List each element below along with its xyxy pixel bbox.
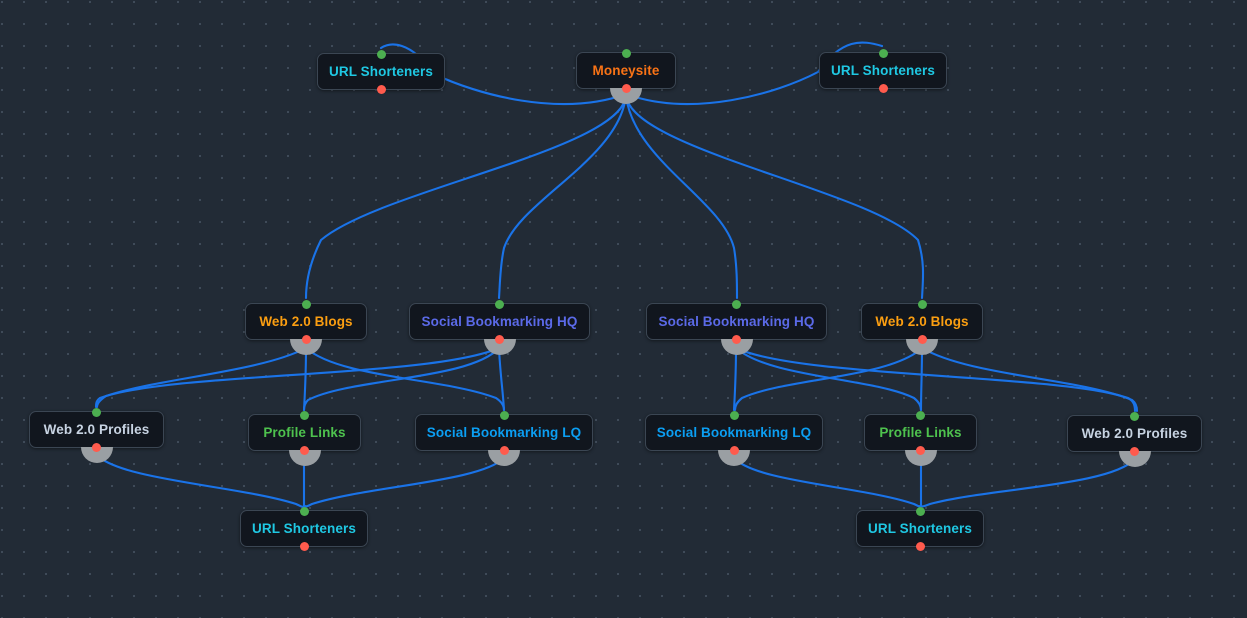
- node-label: URL Shorteners: [329, 64, 433, 79]
- target-handle[interactable]: [301, 299, 311, 309]
- node-label: Social Bookmarking HQ: [658, 314, 815, 329]
- source-handle[interactable]: [499, 445, 509, 455]
- target-handle[interactable]: [1130, 411, 1139, 421]
- flow-node-web20-blogs-left[interactable]: Web 2.0 Blogs: [245, 299, 367, 355]
- node-label: Social Bookmarking LQ: [426, 425, 582, 440]
- node-label: Web 2.0 Blogs: [875, 314, 969, 329]
- flow-node-url-shorteners-top-right[interactable]: URL Shorteners: [819, 48, 947, 93]
- node-label: Profile Links: [879, 425, 962, 440]
- node-label: Web 2.0 Profiles: [43, 422, 150, 437]
- source-handle[interactable]: [916, 445, 925, 455]
- source-handle[interactable]: [92, 442, 101, 452]
- flow-node-profile-links-right[interactable]: Profile Links: [864, 410, 977, 466]
- target-handle[interactable]: [732, 299, 741, 309]
- node-label: Profile Links: [263, 425, 346, 440]
- flow-node-social-bookmarking-hq-left[interactable]: Social Bookmarking HQ: [409, 299, 590, 355]
- source-handle[interactable]: [621, 83, 631, 93]
- node-label: Web 2.0 Blogs: [259, 314, 353, 329]
- node-label: Social Bookmarking HQ: [421, 314, 578, 329]
- flow-node-url-shorteners-bottom-left[interactable]: URL Shorteners: [240, 506, 368, 551]
- node-label: Social Bookmarking LQ: [656, 425, 812, 440]
- flow-node-social-bookmarking-lq-right[interactable]: Social Bookmarking LQ: [645, 410, 823, 466]
- target-handle[interactable]: [92, 407, 101, 417]
- target-handle[interactable]: [878, 48, 888, 58]
- source-handle[interactable]: [301, 334, 311, 344]
- target-handle[interactable]: [915, 506, 925, 516]
- source-handle[interactable]: [299, 541, 309, 551]
- source-handle[interactable]: [729, 445, 739, 455]
- flow-node-moneysite[interactable]: Moneysite: [576, 48, 676, 104]
- node-label: URL Shorteners: [831, 63, 935, 78]
- flow-node-web20-profiles-right[interactable]: Web 2.0 Profiles: [1067, 411, 1202, 467]
- source-handle[interactable]: [300, 445, 309, 455]
- node-label: Moneysite: [592, 63, 660, 78]
- target-handle[interactable]: [495, 299, 504, 309]
- source-handle[interactable]: [376, 84, 386, 94]
- flow-canvas[interactable]: URL Shorteners Moneysite URL Shorteners Web…: [0, 0, 1247, 618]
- flow-node-web20-blogs-right[interactable]: Web 2.0 Blogs: [861, 299, 983, 355]
- node-label: Web 2.0 Profiles: [1081, 426, 1188, 441]
- flow-node-social-bookmarking-hq-right[interactable]: Social Bookmarking HQ: [646, 299, 827, 355]
- node-label: URL Shorteners: [868, 521, 972, 536]
- target-handle[interactable]: [621, 48, 631, 58]
- target-handle[interactable]: [916, 410, 925, 420]
- flow-node-profile-links-left[interactable]: Profile Links: [248, 410, 361, 466]
- source-handle[interactable]: [917, 334, 927, 344]
- source-handle[interactable]: [732, 334, 741, 344]
- target-handle[interactable]: [917, 299, 927, 309]
- source-handle[interactable]: [495, 334, 504, 344]
- flow-node-social-bookmarking-lq-left[interactable]: Social Bookmarking LQ: [415, 410, 593, 466]
- target-handle[interactable]: [376, 49, 386, 59]
- nodes-layer: URL Shorteners Moneysite URL Shorteners Web…: [0, 0, 1247, 618]
- target-handle[interactable]: [499, 410, 509, 420]
- source-handle[interactable]: [915, 541, 925, 551]
- flow-node-url-shorteners-top-left[interactable]: URL Shorteners: [317, 49, 445, 94]
- target-handle[interactable]: [299, 506, 309, 516]
- target-handle[interactable]: [300, 410, 309, 420]
- target-handle[interactable]: [729, 410, 739, 420]
- node-label: URL Shorteners: [252, 521, 356, 536]
- source-handle[interactable]: [1130, 446, 1139, 456]
- flow-node-web20-profiles-left[interactable]: Web 2.0 Profiles: [29, 407, 164, 463]
- source-handle[interactable]: [878, 83, 888, 93]
- flow-node-url-shorteners-bottom-right[interactable]: URL Shorteners: [856, 506, 984, 551]
